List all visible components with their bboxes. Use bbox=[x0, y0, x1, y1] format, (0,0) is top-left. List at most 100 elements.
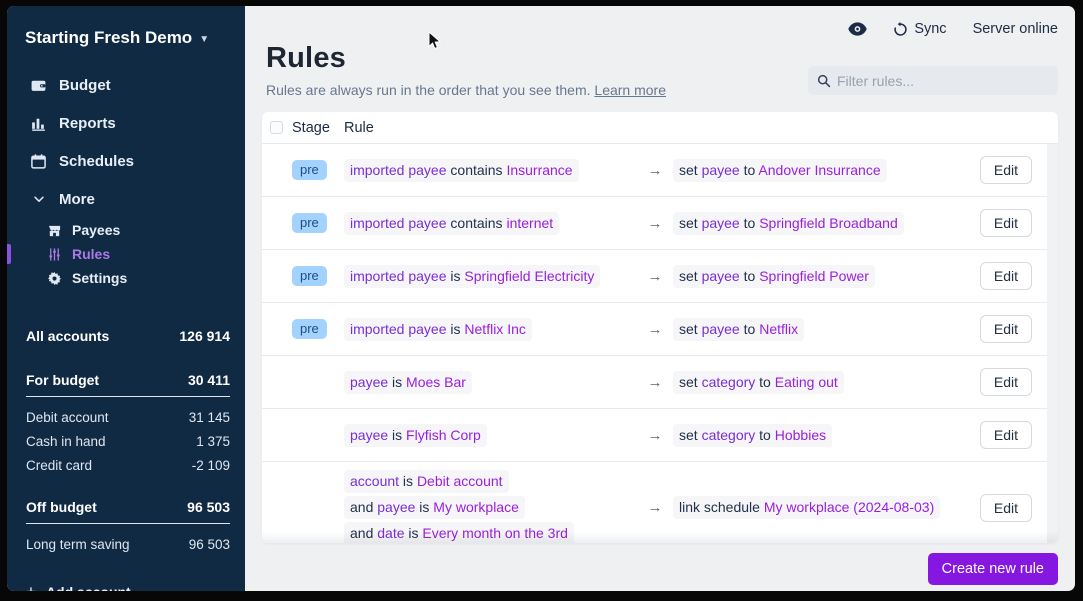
sliders-icon bbox=[47, 247, 62, 262]
rule-value-text: Springfield Power bbox=[759, 268, 869, 284]
sync-button[interactable]: Sync bbox=[893, 21, 946, 37]
rule-field-text: category bbox=[702, 374, 756, 390]
rule-field-text: imported payee bbox=[350, 215, 447, 231]
caret-down-icon: ▼ bbox=[199, 34, 209, 45]
account-row-saving[interactable]: Long term saving 96 503 bbox=[26, 532, 230, 556]
account-row-credit[interactable]: Credit card -2 109 bbox=[26, 453, 230, 477]
rule-text-chip: set payee to Andover Insurrance bbox=[673, 159, 887, 182]
select-all-checkbox[interactable] bbox=[270, 121, 283, 134]
stage-cell: pre bbox=[292, 160, 344, 180]
rules-table: Stage Rule pre imported payee contains I… bbox=[262, 112, 1058, 543]
off-budget-row[interactable]: Off budget 96 503 bbox=[26, 493, 230, 524]
add-account-button[interactable]: + Add account bbox=[7, 556, 245, 591]
budget-file-menu[interactable]: Starting Fresh Demo ▼ bbox=[7, 6, 245, 48]
account-name: Long term saving bbox=[26, 537, 130, 552]
for-budget-row[interactable]: For budget 30 411 bbox=[26, 366, 230, 397]
account-balance: -2 109 bbox=[192, 458, 230, 473]
account-row-debit[interactable]: Debit account 31 145 bbox=[26, 405, 230, 429]
rule-text-chip: payee is Moes Bar bbox=[344, 371, 472, 394]
privacy-toggle-button[interactable] bbox=[848, 22, 867, 36]
rule-op-text: to bbox=[755, 374, 774, 390]
rule-value-text: Flyfish Corp bbox=[406, 427, 481, 443]
edit-rule-button[interactable]: Edit bbox=[980, 156, 1032, 184]
filter-rules-input[interactable] bbox=[837, 73, 1049, 89]
account-balance: 96 503 bbox=[189, 537, 230, 552]
sidebar-item-label: Payees bbox=[72, 222, 120, 238]
edit-rule-button[interactable]: Edit bbox=[980, 262, 1032, 290]
account-row-cash[interactable]: Cash in hand 1 375 bbox=[26, 429, 230, 453]
rule-row[interactable]: payee is Flyfish Corp → set category to … bbox=[262, 409, 1058, 462]
sidebar-item-settings[interactable]: Settings bbox=[7, 266, 245, 290]
account-group-balance: 30 411 bbox=[188, 372, 230, 388]
account-name: Credit card bbox=[26, 458, 92, 473]
stage-badge: pre bbox=[292, 266, 327, 286]
top-bar: Sync Server online bbox=[262, 6, 1058, 39]
arrow-icon: → bbox=[637, 215, 673, 232]
rule-op-text: is bbox=[388, 374, 406, 390]
edit-rule-button[interactable]: Edit bbox=[980, 368, 1032, 396]
arrow-icon: → bbox=[637, 499, 673, 516]
rule-text-chip: set category to Hobbies bbox=[673, 424, 832, 447]
edit-rule-button[interactable]: Edit bbox=[980, 494, 1032, 522]
rule-text-chip: and payee is My workplace bbox=[344, 496, 525, 519]
rule-field-text: imported payee bbox=[350, 321, 447, 337]
account-group-label: All accounts bbox=[26, 328, 109, 344]
rule-row[interactable]: pre imported payee contains internet → s… bbox=[262, 197, 1058, 250]
arrow-icon: → bbox=[637, 321, 673, 338]
rule-conditions: imported payee is Netflix Inc bbox=[344, 318, 637, 341]
rule-field-text: date bbox=[377, 525, 404, 541]
create-new-rule-button[interactable]: Create new rule bbox=[928, 553, 1058, 585]
rule-field-text: account bbox=[350, 473, 399, 489]
learn-more-link[interactable]: Learn more bbox=[594, 82, 666, 98]
sidebar-item-label: Rules bbox=[72, 246, 110, 262]
rule-value-text: Andover Insurrance bbox=[758, 162, 880, 178]
stage-badge: pre bbox=[292, 213, 327, 233]
rule-op-text: set bbox=[679, 321, 702, 337]
rule-row[interactable]: pre imported payee is Netflix Inc → set … bbox=[262, 303, 1058, 356]
edit-rule-button[interactable]: Edit bbox=[980, 315, 1032, 343]
account-group-label: Off budget bbox=[26, 499, 97, 515]
rule-row[interactable]: pre imported payee contains Insurrance →… bbox=[262, 144, 1058, 197]
edit-rule-button[interactable]: Edit bbox=[980, 421, 1032, 449]
rule-op-text: and bbox=[350, 525, 377, 541]
rule-value-text: Springfield Electricity bbox=[464, 268, 594, 284]
chevron-down-icon bbox=[30, 191, 47, 208]
scrollbar-track[interactable] bbox=[1047, 144, 1058, 543]
rule-op-text: set bbox=[679, 374, 702, 390]
filter-rules-box bbox=[808, 66, 1058, 95]
rule-actions: set payee to Netflix bbox=[673, 318, 966, 341]
rule-row[interactable]: payee is Moes Bar → set category to Eati… bbox=[262, 356, 1058, 409]
rule-row[interactable]: account is Debit accountand payee is My … bbox=[262, 462, 1058, 543]
all-accounts-row[interactable]: All accounts 126 914 bbox=[26, 322, 230, 350]
rule-actions: link schedule My workplace (2024-08-03) bbox=[673, 496, 966, 519]
sidebar-item-more[interactable]: More bbox=[7, 180, 245, 218]
eye-icon bbox=[848, 22, 867, 36]
rule-op-text: set bbox=[679, 162, 702, 178]
rule-field-text: category bbox=[702, 427, 756, 443]
rule-op-text: set bbox=[679, 427, 702, 443]
server-status[interactable]: Server online bbox=[973, 21, 1058, 37]
sidebar-item-rules[interactable]: Rules bbox=[7, 242, 245, 266]
stage-cell: pre bbox=[292, 213, 344, 233]
sidebar-item-payees[interactable]: Payees bbox=[7, 218, 245, 242]
account-group-label: For budget bbox=[26, 372, 99, 388]
rule-op-text: to bbox=[740, 215, 759, 231]
rule-actions: set category to Hobbies bbox=[673, 424, 966, 447]
sidebar-item-budget[interactable]: Budget bbox=[7, 66, 245, 104]
page-header: Rules Rules are always run in the order … bbox=[262, 39, 1058, 98]
wallet-icon bbox=[30, 77, 47, 94]
edit-rule-button[interactable]: Edit bbox=[980, 209, 1032, 237]
rules-table-body: pre imported payee contains Insurrance →… bbox=[262, 144, 1058, 543]
rules-table-header: Stage Rule bbox=[262, 112, 1058, 144]
rule-text-chip: set payee to Springfield Broadband bbox=[673, 212, 904, 235]
sidebar-item-schedules[interactable]: Schedules bbox=[7, 142, 245, 180]
rule-value-text: Netflix bbox=[759, 321, 798, 337]
rule-field-text: payee bbox=[377, 499, 415, 515]
column-header-rule: Rule bbox=[344, 120, 637, 136]
rule-field-text: imported payee bbox=[350, 268, 447, 284]
rule-op-text: is bbox=[447, 268, 465, 284]
sidebar-item-reports[interactable]: Reports bbox=[7, 104, 245, 142]
sidebar: Starting Fresh Demo ▼ Budget Reports bbox=[7, 6, 245, 591]
rule-row[interactable]: pre imported payee is Springfield Electr… bbox=[262, 250, 1058, 303]
sidebar-item-label: Reports bbox=[59, 115, 116, 132]
